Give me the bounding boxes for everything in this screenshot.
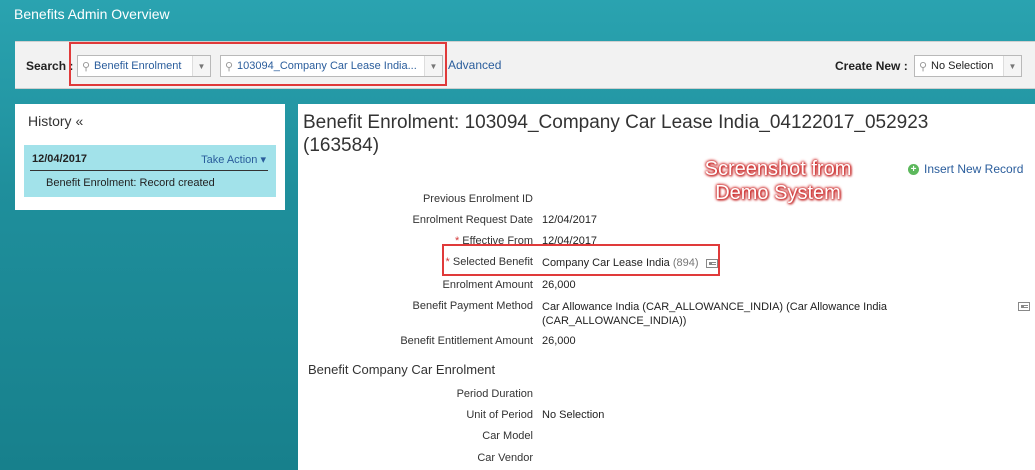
search-bar: Search : ⚲ Benefit Enrolment ▼ ⚲ 103094_… [15,41,1035,89]
chevron-down-icon[interactable]: ▼ [1003,56,1021,76]
benefit-entitlement-amount-label: Benefit Entitlement Amount [400,335,533,347]
previous-enrolment-id-label: Previous Enrolment ID [422,193,533,205]
insert-new-record-label: Insert New Record [924,162,1024,176]
selected-benefit-name: Company Car Lease India [542,257,670,269]
details-card-icon[interactable] [705,258,718,268]
create-new-select[interactable]: ⚲ No Selection ▼ [914,55,1022,77]
main-panel: Benefit Enrolment: 103094_Company Car Le… [298,104,1035,470]
plus-circle-icon: + [908,163,919,175]
history-title[interactable]: History « [28,113,83,129]
unit-of-period-label: Unit of Period [466,409,533,421]
highlight-box-search [69,42,447,86]
car-vendor-label: Car Vendor [477,452,533,464]
selected-benefit-id: (894) [672,257,699,269]
unit-of-period-value: No Selection [542,409,605,421]
selected-benefit-label: * Selected Benefit [446,256,533,268]
period-duration-label: Period Duration [456,388,533,400]
search-label: Search : [26,59,74,73]
selected-benefit-value[interactable]: Company Car Lease India (894) [542,257,718,269]
selected-benefit-label-text: Selected Benefit [452,256,533,268]
app-title: Benefits Admin Overview [14,6,170,22]
details-card-icon[interactable] [1018,302,1030,311]
required-mark: * [445,256,450,268]
benefit-payment-method-label: Benefit Payment Method [412,300,533,312]
history-entry-date: 12/04/2017 [32,153,88,165]
insert-new-record-button[interactable]: + Insert New Record [908,162,1023,176]
enrolment-request-date-label: Enrolment Request Date [412,214,533,226]
enrolment-amount-value: 26,000 [542,279,576,291]
annotation-text: Screenshot from Demo System [704,158,852,204]
create-new-label: Create New : [835,59,908,73]
benefit-entitlement-amount-value: 26,000 [542,335,576,347]
search-icon: ⚲ [918,60,928,73]
car-model-label: Car Model [482,430,533,442]
create-new-value: No Selection [931,60,994,72]
enrolment-amount-label: Enrolment Amount [442,279,534,291]
take-action-button[interactable]: Take Action ▾ [201,153,266,166]
history-entry-description: Benefit Enrolment: Record created [46,177,215,189]
page-title: Benefit Enrolment: 103094_Company Car Le… [303,112,929,156]
history-panel: History « 12/04/2017 Take Action ▾ Benef… [15,104,285,210]
history-entry: 12/04/2017 Take Action ▾ Benefit Enrolme… [24,145,276,197]
section-title: Benefit Company Car Enrolment [308,362,496,377]
benefit-payment-method-value: Car Allowance India (CAR_ALLOWANCE_INDIA… [542,301,888,327]
advanced-search-link[interactable]: Advanced [448,58,501,72]
enrolment-request-date-value: 12/04/2017 [542,214,598,226]
divider [30,170,268,171]
